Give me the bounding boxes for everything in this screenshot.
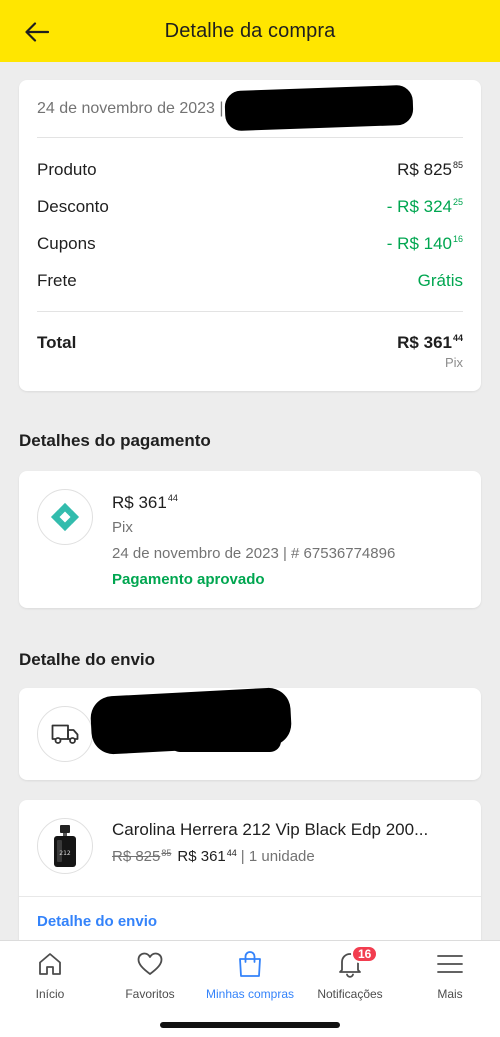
shipping-section-title: Detalhe do envio	[19, 650, 156, 669]
product-name: Carolina Herrera 212 Vip Black Edp 200..…	[112, 820, 429, 839]
summary-row-total: Total R$ 361 44	[37, 331, 463, 355]
bottom-navigation: Início Favoritos Minhas compras 16 Notif…	[0, 940, 500, 1037]
payment-section-title: Detalhes do pagamento	[19, 431, 211, 450]
row-value: - R$ 324 25	[386, 197, 463, 216]
pix-icon	[37, 489, 93, 545]
heart-icon	[135, 949, 165, 979]
row-label: Produto	[37, 160, 97, 179]
summary-divider	[37, 137, 463, 138]
home-icon	[35, 949, 65, 979]
total-payment-method: Pix	[444, 355, 463, 370]
nav-item-mais[interactable]: Mais	[400, 949, 500, 1005]
nav-item-minhas-compras[interactable]: Minhas compras	[200, 949, 300, 1005]
summary-row-produto: Produto R$ 825 85	[37, 158, 463, 182]
purchase-date: 24 de novembro de 2023 |	[37, 100, 224, 117]
back-arrow-icon[interactable]	[22, 19, 52, 45]
svg-text:212: 212	[59, 850, 71, 857]
purchase-summary-card: 24 de novembro de 2023 | Produto R$ 825 8…	[19, 80, 481, 391]
payment-card[interactable]: R$ 361 44 Pix 24 de novembro de 2023 | # …	[19, 471, 481, 608]
summary-row-frete: Frete Grátis	[37, 269, 463, 293]
payment-status: Pagamento aprovado	[112, 571, 265, 588]
notification-badge: 16	[351, 945, 379, 963]
redacted-order-id	[224, 84, 414, 132]
product-card[interactable]: 212 Carolina Herrera 212 Vip Black Edp 2…	[19, 800, 481, 950]
bag-icon	[235, 949, 265, 979]
shipping-detail-link[interactable]: Detalhe do envio	[37, 913, 157, 930]
row-value: R$ 825 85	[397, 160, 463, 179]
payment-amount: R$ 361 44	[112, 493, 178, 512]
app-header: Detalhe da compra	[0, 0, 500, 62]
home-indicator	[160, 1022, 340, 1028]
total-divider	[37, 311, 463, 312]
perfume-bottle-icon: 212	[37, 818, 93, 874]
payment-date-id: 24 de novembro de 2023 | # 67536774896	[112, 545, 396, 562]
total-label: Total	[37, 333, 77, 352]
product-old-price: R$ 825 85	[112, 848, 172, 865]
nav-item-favoritos[interactable]: Favoritos	[100, 949, 200, 1005]
product-divider	[19, 896, 481, 897]
nav-label: Minhas compras	[205, 987, 295, 1001]
truck-icon	[37, 706, 93, 762]
nav-item-notificacoes[interactable]: 16 Notificações	[300, 945, 400, 1005]
row-value: Grátis	[417, 271, 463, 290]
product-quantity: | 1 unidade	[240, 848, 315, 865]
page-title: Detalhe da compra	[164, 19, 336, 42]
nav-label: Favoritos	[125, 987, 175, 1001]
nav-label: Notificações	[317, 987, 383, 1001]
nav-label: Mais	[437, 987, 463, 1001]
row-label: Cupons	[37, 234, 96, 253]
summary-row-cupons: Cupons - R$ 140 16	[37, 232, 463, 256]
total-value: R$ 361 44	[397, 333, 463, 352]
row-value: - R$ 140 16	[386, 234, 463, 253]
row-label: Desconto	[37, 197, 109, 216]
shipping-card[interactable]: Fo	[19, 686, 481, 780]
menu-icon	[435, 949, 465, 979]
summary-row-desconto: Desconto - R$ 324 25	[37, 195, 463, 219]
nav-label: Início	[35, 987, 65, 1001]
product-price: R$ 361 44	[177, 848, 237, 865]
nav-item-inicio[interactable]: Início	[0, 949, 100, 1005]
bell-icon: 16	[335, 945, 379, 979]
redacted-shipping-detail	[169, 730, 281, 752]
product-prices: R$ 825 85 R$ 361 44 | 1 unidade	[112, 848, 315, 865]
row-label: Frete	[37, 271, 77, 290]
payment-method: Pix	[112, 519, 133, 536]
